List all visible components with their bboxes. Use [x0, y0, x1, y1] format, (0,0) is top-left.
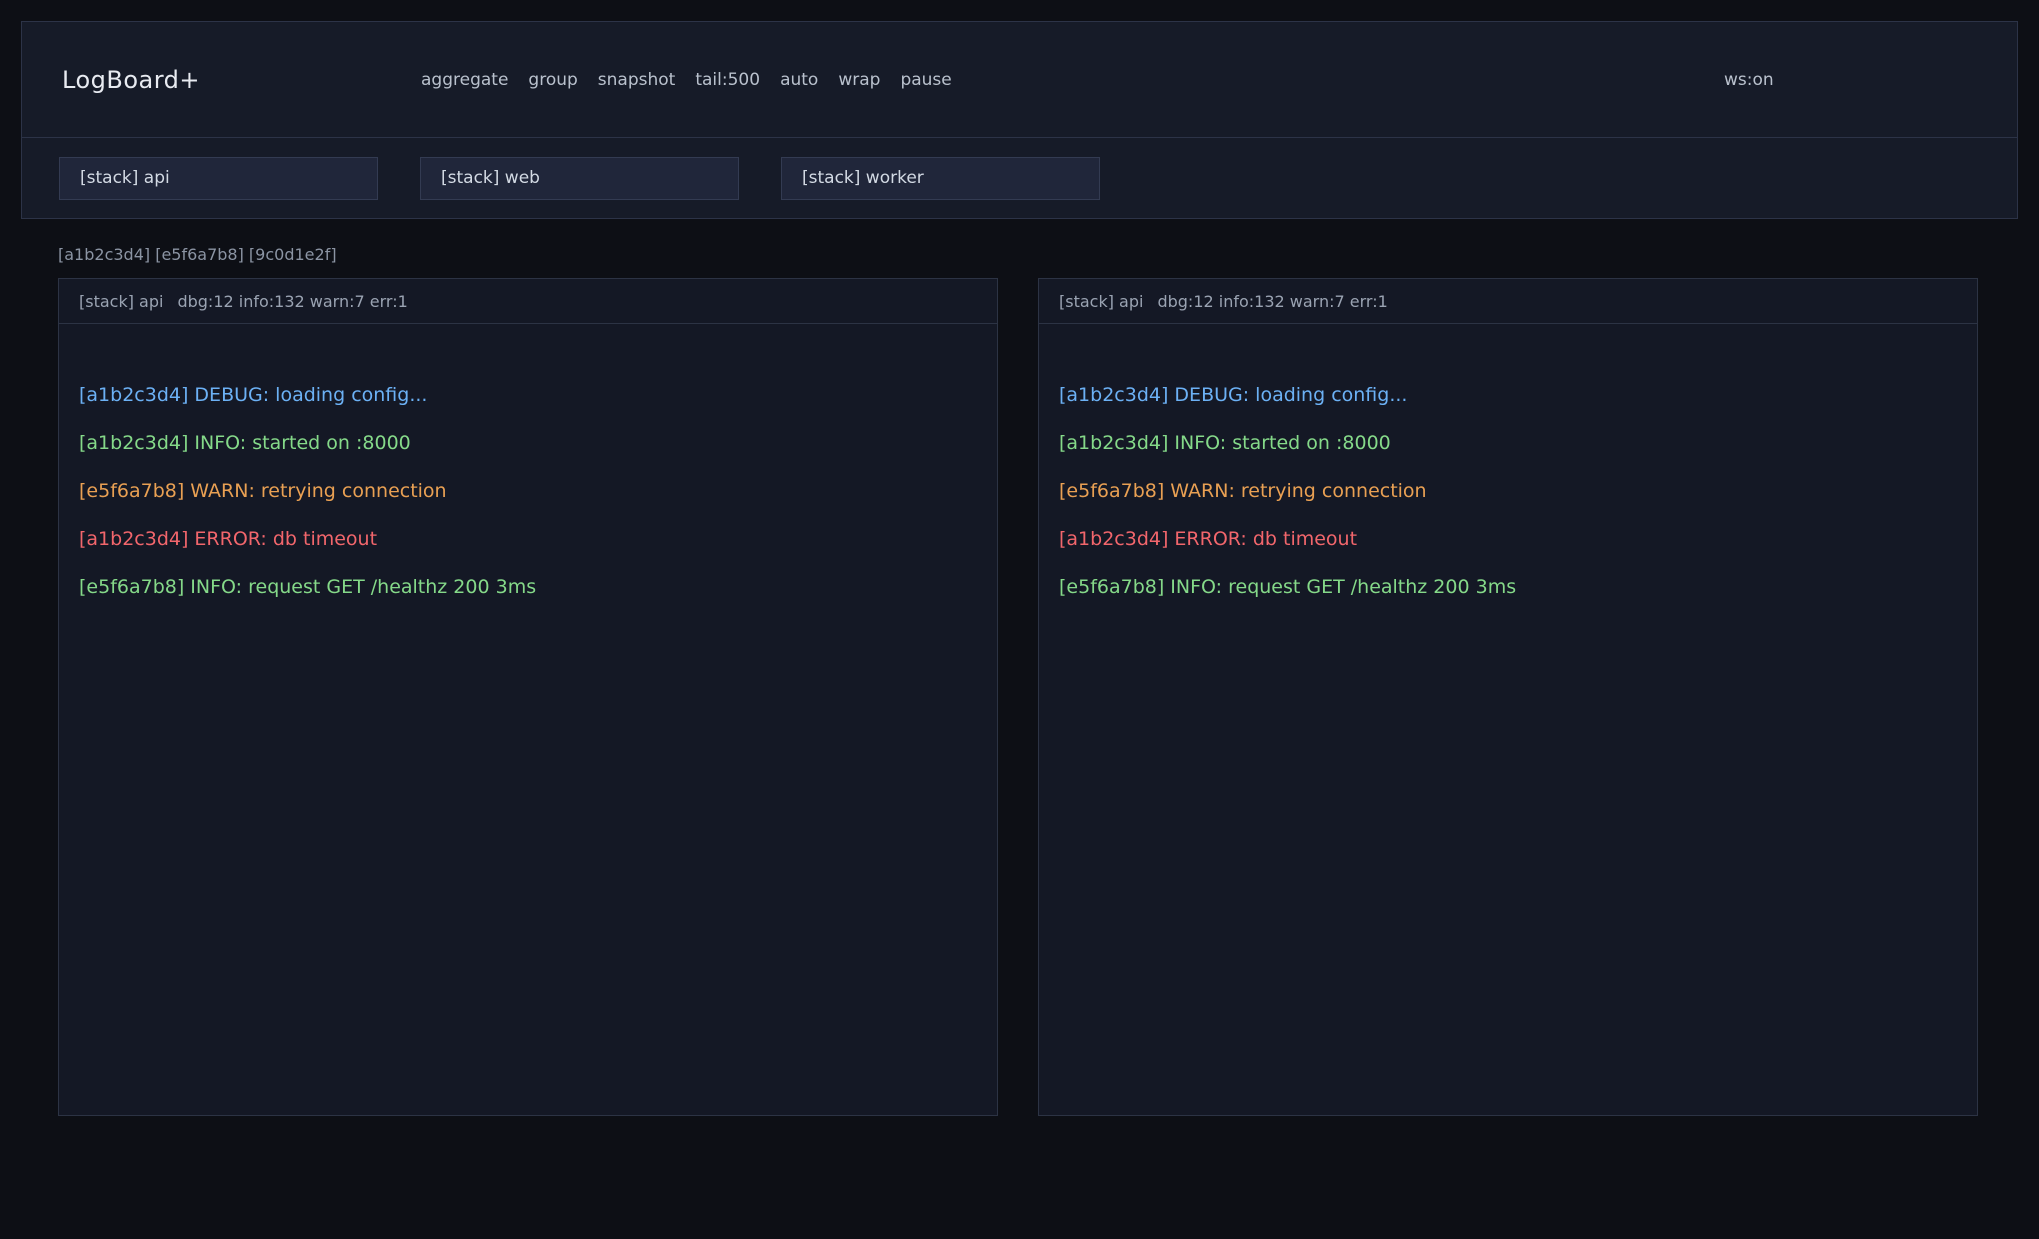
- top-chrome: LogBoard+ aggregate group snapshot tail:…: [21, 21, 2018, 219]
- app-header: LogBoard+ aggregate group snapshot tail:…: [22, 22, 2017, 138]
- log-line: [a1b2c3d4] INFO: started on :8000: [1059, 419, 1977, 467]
- toolbar-item-group[interactable]: group: [528, 70, 577, 90]
- log-line: [a1b2c3d4] DEBUG: loading config...: [79, 371, 997, 419]
- log-scroll-area[interactable]: [a1b2c3d4] DEBUG: loading config... [a1b…: [1039, 324, 1977, 1115]
- log-panel-right: [stack] api dbg:12 info:132 warn:7 err:1…: [1038, 278, 1978, 1116]
- panel-header: [stack] api dbg:12 info:132 warn:7 err:1: [1039, 279, 1977, 324]
- log-panels: [stack] api dbg:12 info:132 warn:7 err:1…: [58, 278, 1978, 1116]
- toolbar: aggregate group snapshot tail:500 auto w…: [421, 70, 952, 90]
- toolbar-item-tail[interactable]: tail:500: [695, 70, 760, 90]
- app-title: LogBoard+: [62, 66, 200, 94]
- trace-ids-line: [a1b2c3d4] [e5f6a7b8] [9c0d1e2f]: [58, 245, 337, 264]
- stack-tab-label: [stack] api: [80, 168, 170, 188]
- ws-status: ws:on: [1724, 70, 1774, 90]
- toolbar-item-wrap[interactable]: wrap: [838, 70, 880, 90]
- panel-header: [stack] api dbg:12 info:132 warn:7 err:1: [59, 279, 997, 324]
- log-panel-left: [stack] api dbg:12 info:132 warn:7 err:1…: [58, 278, 998, 1116]
- log-line: [e5f6a7b8] INFO: request GET /healthz 20…: [1059, 563, 1977, 611]
- panel-stats: dbg:12 info:132 warn:7 err:1: [177, 292, 407, 311]
- stack-tab-web[interactable]: [stack] web: [420, 157, 739, 200]
- stack-tab-label: [stack] worker: [802, 168, 924, 188]
- log-line: [a1b2c3d4] ERROR: db timeout: [1059, 515, 1977, 563]
- toolbar-item-pause[interactable]: pause: [900, 70, 951, 90]
- stack-tab-api[interactable]: [stack] api: [59, 157, 378, 200]
- toolbar-item-snapshot[interactable]: snapshot: [598, 70, 676, 90]
- stack-tab-label: [stack] web: [441, 168, 540, 188]
- stack-tabs-row: [stack] api [stack] web [stack] worker: [22, 138, 2017, 218]
- log-line: [e5f6a7b8] WARN: retrying connection: [1059, 467, 1977, 515]
- toolbar-item-aggregate[interactable]: aggregate: [421, 70, 508, 90]
- log-line: [e5f6a7b8] WARN: retrying connection: [79, 467, 997, 515]
- log-line: [e5f6a7b8] INFO: request GET /healthz 20…: [79, 563, 997, 611]
- log-scroll-area[interactable]: [a1b2c3d4] DEBUG: loading config... [a1b…: [59, 324, 997, 1115]
- toolbar-item-auto[interactable]: auto: [780, 70, 818, 90]
- log-line: [a1b2c3d4] INFO: started on :8000: [79, 419, 997, 467]
- log-line: [a1b2c3d4] ERROR: db timeout: [79, 515, 997, 563]
- panel-stats: dbg:12 info:132 warn:7 err:1: [1157, 292, 1387, 311]
- log-line: [a1b2c3d4] DEBUG: loading config...: [1059, 371, 1977, 419]
- stack-tab-worker[interactable]: [stack] worker: [781, 157, 1100, 200]
- panel-stack-name: [stack] api: [79, 292, 163, 311]
- panel-stack-name: [stack] api: [1059, 292, 1143, 311]
